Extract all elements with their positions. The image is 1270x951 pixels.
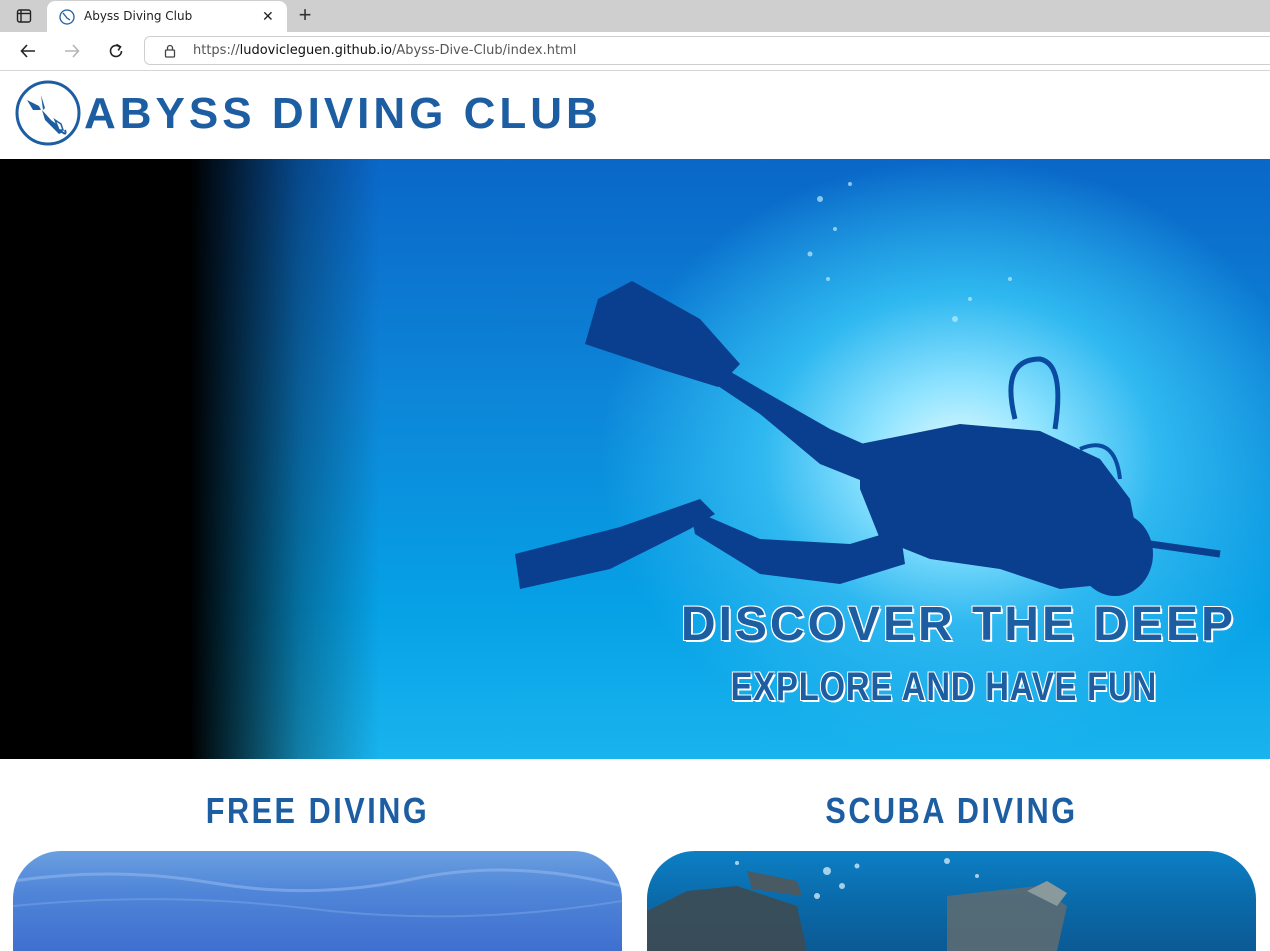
tab-actions-icon [16, 9, 32, 23]
address-bar[interactable]: https://ludovicleguen.github.io/Abyss-Di… [144, 36, 1270, 65]
back-button[interactable] [17, 40, 39, 62]
shipwreck-image [647, 858, 1067, 951]
lock-icon[interactable] [164, 44, 176, 58]
free-diving-water-image [13, 868, 622, 918]
browser-tab-bar: Abyss Diving Club ✕ + [0, 0, 1270, 32]
hero-subtitle: EXPLORE AND HAVE FUN [730, 665, 1157, 709]
bubbles [807, 182, 1012, 322]
section-title-free-diving: FREE DIVING [205, 790, 430, 831]
upper-leg [700, 354, 875, 484]
browser-toolbar: https://ludovicleguen.github.io/Abyss-Di… [0, 32, 1270, 71]
reload-button[interactable] [105, 40, 127, 62]
regulator [1149, 540, 1221, 558]
section-title-scuba-diving: SCUBA DIVING [825, 790, 1078, 831]
back-arrow-icon [20, 44, 35, 58]
tab-actions-menu[interactable] [10, 6, 38, 26]
lower-fin [515, 499, 715, 589]
site-header: ABYSS DIVING CLUB [0, 71, 1270, 159]
hero-title: DISCOVER THE DEEP [680, 598, 1236, 651]
url-host: ludovicleguen.github.io [239, 43, 392, 58]
tab-close-icon[interactable]: ✕ [262, 9, 274, 23]
url-prefix: https:// [193, 43, 240, 58]
diver-logo-icon[interactable] [15, 80, 81, 146]
hero-banner: DISCOVER THE DEEP EXPLORE AND HAVE FUN [0, 159, 1270, 759]
active-tab[interactable]: Abyss Diving Club ✕ [47, 1, 287, 32]
free-diving-card-image[interactable] [13, 851, 622, 951]
forward-arrow-icon [65, 44, 80, 58]
hose [1008, 356, 1061, 430]
scuba-diving-card-image[interactable] [647, 851, 1256, 951]
tab-title: Abyss Diving Club [84, 9, 193, 23]
new-tab-button[interactable]: + [293, 4, 317, 28]
reload-icon [109, 43, 123, 58]
url-text[interactable]: https://ludovicleguen.github.io/Abyss-Di… [193, 43, 576, 58]
diver-head [1077, 512, 1153, 596]
site-favicon [59, 9, 75, 25]
forward-button[interactable] [61, 40, 83, 62]
site-title[interactable]: ABYSS DIVING CLUB [84, 89, 602, 139]
url-path: /Abyss-Dive-Club/index.html [391, 43, 577, 58]
